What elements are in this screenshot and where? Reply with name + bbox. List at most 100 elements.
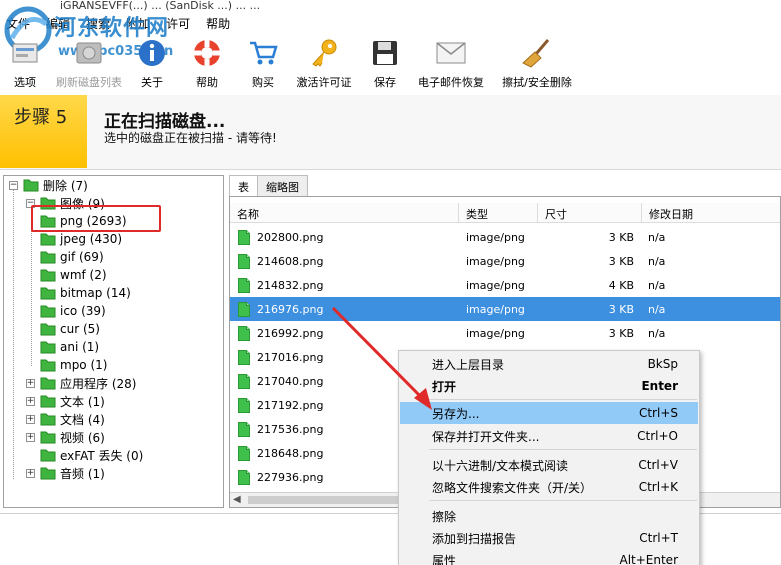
table-row[interactable]: 216992.png image/png 3 KB n/a xyxy=(230,321,780,345)
tree-node-bitmap[interactable]: bitmap (14) xyxy=(40,284,131,302)
context-menu: 进入上层目录 BkSp 打开 Enter 另存为... Ctrl+S 保存并打开文件夹… xyxy=(398,350,700,565)
expand-icon[interactable]: + xyxy=(26,414,35,424)
info-icon xyxy=(135,36,169,70)
wipe-button[interactable]: 擦拭/安全删除 xyxy=(492,34,582,92)
column-size[interactable]: 尺寸 xyxy=(538,203,642,223)
file-name: 217016.png xyxy=(257,350,324,364)
tree-node-cur[interactable]: cur (5) xyxy=(40,320,100,338)
file-date: n/a xyxy=(648,254,666,268)
tree-node-wmf[interactable]: wmf (2) xyxy=(40,266,107,284)
menu-item-parent-dir[interactable]: 进入上层目录 BkSp xyxy=(400,353,698,375)
tree-node-jpeg[interactable]: jpeg (430) xyxy=(40,230,122,248)
buy-label: 购买 xyxy=(252,76,274,89)
menu-item-add-report[interactable]: 添加到扫描报告 Ctrl+T xyxy=(400,527,698,549)
tree-node-documents[interactable]: + 文档 (4) xyxy=(26,410,105,428)
wipe-label: 擦拭/安全删除 xyxy=(502,76,572,89)
tab-table[interactable]: 表 xyxy=(229,175,258,197)
key-icon xyxy=(307,36,341,70)
file-name: 202800.png xyxy=(257,230,324,244)
file-size: 3 KB xyxy=(608,326,634,340)
tree-node-label: bitmap (14) xyxy=(60,286,131,300)
scrollbar-thumb[interactable] xyxy=(248,496,398,504)
menu-item-shortcut: Ctrl+O xyxy=(637,429,678,443)
table-row[interactable]: 202800.png image/png 3 KB n/a xyxy=(230,225,780,249)
step-banner: 步骤 5 正在扫描磁盘... 选中的磁盘正在被扫描 - 请等待! xyxy=(0,95,781,170)
folder-icon xyxy=(40,467,56,480)
folder-icon xyxy=(40,287,56,300)
file-name: 216976.png xyxy=(257,302,324,316)
menu-item-properties[interactable]: 属性 Alt+Enter xyxy=(400,549,698,565)
refresh-disk-button[interactable]: 刷新磁盘列表 xyxy=(50,34,128,92)
file-name: 214608.png xyxy=(257,254,324,268)
tab-thumbnails[interactable]: 缩略图 xyxy=(257,175,308,196)
refresh-disk-label: 刷新磁盘列表 xyxy=(56,76,122,89)
options-button[interactable]: 选项 xyxy=(0,34,50,92)
about-button[interactable]: 关于 xyxy=(128,34,176,92)
tree-node-video[interactable]: + 视频 (6) xyxy=(26,428,105,446)
menu-item-save-as[interactable]: 另存为... Ctrl+S xyxy=(400,402,698,424)
collapse-icon[interactable]: − xyxy=(9,180,18,190)
menu-item-shortcut: Ctrl+T xyxy=(639,531,678,545)
file-name-cell: 216976.png xyxy=(230,301,459,317)
buy-button[interactable]: 购买 xyxy=(238,34,288,92)
menu-item-label: 擦除 xyxy=(432,509,457,524)
tree-node-text[interactable]: + 文本 (1) xyxy=(26,392,105,410)
scroll-left-icon[interactable]: ◀ xyxy=(233,494,241,505)
file-size: 3 KB xyxy=(608,302,634,316)
table-row[interactable]: 216976.png image/png 3 KB n/a xyxy=(230,297,780,321)
tree-node-applications[interactable]: + 应用程序 (28) xyxy=(26,374,136,392)
folder-icon xyxy=(40,233,56,246)
tree-node-audio[interactable]: + 音频 (1) xyxy=(26,464,105,482)
menu-file[interactable]: 文件 xyxy=(2,15,34,32)
tree-node-label: ico (39) xyxy=(60,304,106,318)
png-file-icon xyxy=(238,421,250,437)
view-tabs: 表 缩略图 xyxy=(229,175,308,197)
menu-item-label: 另存为... xyxy=(432,406,480,421)
menu-item-open[interactable]: 打开 Enter xyxy=(400,375,698,397)
tree-node-label: exFAT 丢失 (0) xyxy=(60,448,144,463)
options-icon xyxy=(8,36,42,70)
tree-node-gif[interactable]: gif (69) xyxy=(40,248,104,266)
column-type[interactable]: 类型 xyxy=(459,203,538,223)
column-modified[interactable]: 修改日期 xyxy=(642,203,780,223)
activate-license-label: 激活许可证 xyxy=(296,76,352,89)
menu-item-shortcut: Enter xyxy=(641,379,678,393)
activate-license-button[interactable]: 激活许可证 xyxy=(288,34,360,92)
options-label: 选项 xyxy=(14,76,36,89)
png-file-icon xyxy=(238,445,250,461)
list-header: 名称 类型 尺寸 修改日期 xyxy=(230,203,780,223)
tree-node-ico[interactable]: ico (39) xyxy=(40,302,106,320)
email-recovery-button[interactable]: 电子邮件恢复 xyxy=(410,34,492,92)
menu-help[interactable]: 帮助 xyxy=(202,15,234,32)
folder-icon xyxy=(40,431,56,444)
folder-icon xyxy=(40,269,56,282)
tree-node-mpo[interactable]: mpo (1) xyxy=(40,356,107,374)
menu-item-ignore-folder[interactable]: 忽略文件搜索文件夹（开/关） Ctrl+K xyxy=(400,476,698,498)
menu-separator xyxy=(429,449,697,450)
column-name[interactable]: 名称 xyxy=(230,203,459,223)
file-type: image/png xyxy=(466,230,525,244)
expand-icon[interactable]: + xyxy=(26,378,35,388)
tree-node-label: 删除 (7) xyxy=(43,178,88,193)
file-name-cell: 214832.png xyxy=(230,277,459,293)
file-name: 217040.png xyxy=(257,374,324,388)
tree-node-label: jpeg (430) xyxy=(60,232,123,246)
menu-item-save-open-folder[interactable]: 保存并打开文件夹... Ctrl+O xyxy=(400,425,698,447)
expand-icon[interactable]: + xyxy=(26,432,35,442)
menu-item-shortcut: Ctrl+V xyxy=(638,458,678,472)
table-row[interactable]: 214832.png image/png 4 KB n/a xyxy=(230,273,780,297)
save-button[interactable]: 保存 xyxy=(360,34,410,92)
menu-item-hex-view[interactable]: 以十六进制/文本模式阅读 Ctrl+V xyxy=(400,454,698,476)
tree-node-exfat-lost[interactable]: exFAT 丢失 (0) xyxy=(40,446,143,464)
file-name: 218648.png xyxy=(257,446,324,460)
tree-node-deleted[interactable]: − 删除 (7) xyxy=(9,176,88,194)
tree-node-ani[interactable]: ani (1) xyxy=(40,338,99,356)
expand-icon[interactable]: + xyxy=(26,396,35,406)
file-name: 217192.png xyxy=(257,398,324,412)
table-row[interactable]: 214608.png image/png 3 KB n/a xyxy=(230,249,780,273)
menu-item-wipe[interactable]: 擦除 xyxy=(400,505,698,527)
file-name: 217536.png xyxy=(257,422,324,436)
help-button[interactable]: 帮助 xyxy=(176,34,238,92)
expand-icon[interactable]: + xyxy=(26,468,35,478)
file-type: image/png xyxy=(466,326,525,340)
